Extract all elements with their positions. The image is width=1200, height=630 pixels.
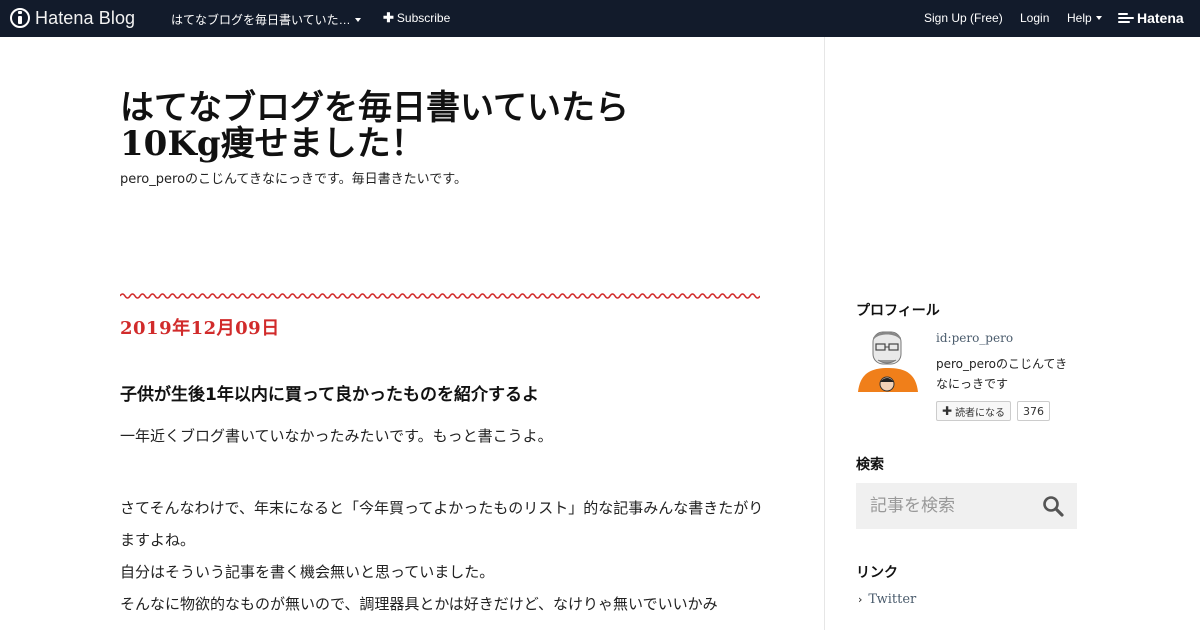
help-dropdown[interactable]: Help — [1067, 11, 1102, 25]
entry-paragraph: 自分はそういう記事を書く機会無いと思っていました。 — [120, 563, 495, 581]
sidebar-divider — [824, 37, 825, 630]
reader-count-badge[interactable]: 376 — [1017, 401, 1050, 421]
login-link[interactable]: Login — [1020, 11, 1049, 25]
help-label: Help — [1067, 11, 1092, 25]
caret-down-icon — [1095, 16, 1102, 20]
profile-description: pero_peroのこじんてきなにっきです — [936, 357, 1068, 391]
signup-link[interactable]: Sign Up (Free) — [924, 11, 1003, 25]
reader-button-label: 読者になる — [955, 407, 1006, 419]
plus-icon: ✚ — [942, 404, 953, 418]
profile-heading: プロフィール — [856, 303, 940, 319]
hatena-label: Hatena — [1137, 10, 1184, 26]
blog-description: pero_peroのこじんてきなにっきです。毎日書きたいです。 — [120, 172, 467, 187]
caret-down-icon — [354, 17, 361, 22]
hatena-blog-logo-icon — [10, 8, 30, 28]
subscribe-button[interactable]: ✚ Subscribe — [383, 11, 450, 25]
link-twitter[interactable]: › Twitter — [858, 592, 916, 607]
search-icon[interactable] — [1042, 495, 1064, 517]
plus-icon: ✚ — [383, 10, 394, 25]
chevron-right-icon: › — [858, 593, 863, 606]
brand-name: Hatena Blog — [35, 7, 136, 28]
search-box — [856, 483, 1077, 529]
profile-avatar[interactable] — [856, 328, 920, 392]
hatena-logo-icon — [1118, 12, 1134, 24]
global-header: Hatena Blog はてなブログを毎日書いていた… ✚ Subscribe … — [0, 0, 1200, 37]
entry-paragraph-spacer — [120, 452, 770, 492]
entry-paragraph: 一年近くブログ書いていなかったみたいです。もっと書こうよ。 — [120, 427, 553, 445]
blog-title[interactable]: はてなブログを毎日書いていたら10Kg痩せました！ — [120, 90, 720, 162]
entry-title[interactable]: 子供が生後1年以内に買って良かったものを紹介するよ — [120, 380, 539, 405]
entry-body: 一年近くブログ書いていなかったみたいです。もっと書こうよ。 さてそんなわけで、年… — [120, 420, 770, 620]
links-heading: リンク — [856, 565, 898, 581]
link-label: Twitter — [868, 592, 917, 607]
hatena-blog-logo[interactable]: Hatena Blog — [10, 7, 135, 29]
blog-menu-label: はてなブログを毎日書いていた… — [171, 13, 351, 27]
wavy-separator — [120, 293, 760, 299]
entry-date[interactable]: 2019年12月09日 — [120, 314, 280, 340]
entry-paragraph: そんなに物欲的なものが無いので、調理器具とかは好きだけど、なけりゃ無いでいいかみ — [120, 595, 718, 613]
subscribe-reader-button[interactable]: ✚ 読者になる — [936, 401, 1012, 421]
blog-menu-dropdown[interactable]: はてなブログを毎日書いていた… — [171, 11, 361, 28]
entry-paragraph: さてそんなわけで、年末になると「今年買ってよかったものリスト」的な記事みんな書き… — [120, 499, 764, 549]
hatena-link[interactable]: Hatena — [1118, 10, 1184, 26]
search-input[interactable] — [856, 483, 1036, 529]
subscribe-label: Subscribe — [396, 11, 451, 25]
profile-id-link[interactable]: id:pero_pero — [936, 331, 1013, 345]
search-heading: 検索 — [856, 457, 884, 473]
